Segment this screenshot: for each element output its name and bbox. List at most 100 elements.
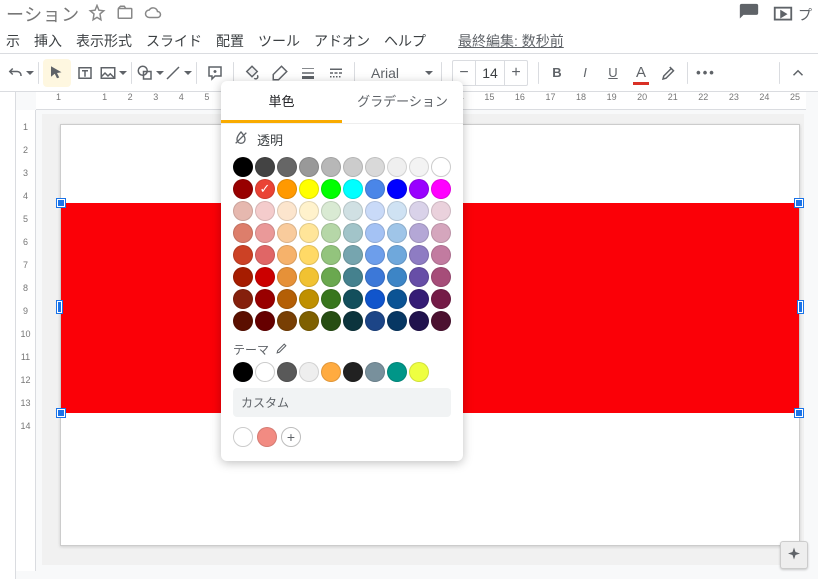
color-swatch[interactable] <box>277 289 297 309</box>
color-swatch[interactable] <box>387 179 407 199</box>
color-swatch[interactable] <box>233 201 253 221</box>
color-swatch[interactable] <box>365 201 385 221</box>
color-swatch[interactable] <box>257 427 277 447</box>
resize-handle-e[interactable] <box>798 301 803 313</box>
color-swatch[interactable] <box>431 289 451 309</box>
color-swatch[interactable] <box>277 267 297 287</box>
color-swatch[interactable] <box>365 362 385 382</box>
color-swatch[interactable] <box>277 311 297 331</box>
color-swatch[interactable] <box>233 311 253 331</box>
color-swatch[interactable] <box>387 362 407 382</box>
undo-dropdown[interactable] <box>6 59 34 87</box>
tab-gradient[interactable]: グラデーション <box>342 81 463 123</box>
text-color-button[interactable]: A <box>627 59 655 87</box>
color-swatch[interactable] <box>299 179 319 199</box>
color-swatch[interactable] <box>277 157 297 177</box>
color-swatch[interactable] <box>387 267 407 287</box>
comments-icon[interactable] <box>738 2 760 27</box>
font-size-value[interactable]: 14 <box>475 61 505 85</box>
color-swatch[interactable] <box>233 179 253 199</box>
color-swatch[interactable] <box>365 311 385 331</box>
color-swatch[interactable] <box>387 157 407 177</box>
color-swatch[interactable] <box>321 179 341 199</box>
color-swatch[interactable] <box>321 201 341 221</box>
explore-button[interactable] <box>780 541 808 569</box>
color-swatch[interactable] <box>387 223 407 243</box>
color-swatch[interactable] <box>277 223 297 243</box>
add-custom-color-button[interactable]: + <box>281 427 301 447</box>
color-swatch[interactable] <box>365 223 385 243</box>
color-swatch[interactable] <box>299 245 319 265</box>
resize-handle-se[interactable] <box>795 409 803 417</box>
font-size-increase[interactable]: + <box>505 61 527 85</box>
color-swatch[interactable] <box>365 157 385 177</box>
color-swatch[interactable] <box>431 245 451 265</box>
color-swatch[interactable] <box>387 311 407 331</box>
color-swatch[interactable] <box>321 223 341 243</box>
color-swatch[interactable] <box>255 289 275 309</box>
color-swatch[interactable] <box>277 201 297 221</box>
color-swatch[interactable] <box>299 223 319 243</box>
color-swatch[interactable] <box>321 362 341 382</box>
color-swatch[interactable] <box>431 267 451 287</box>
pencil-icon[interactable] <box>275 342 288 358</box>
color-swatch[interactable] <box>431 223 451 243</box>
color-swatch[interactable] <box>277 245 297 265</box>
underline-button[interactable]: U <box>599 59 627 87</box>
menu-view-fragment[interactable]: 示 <box>6 31 20 51</box>
color-swatch[interactable] <box>409 289 429 309</box>
color-swatch[interactable] <box>233 157 253 177</box>
color-swatch[interactable] <box>409 223 429 243</box>
highlight-button[interactable] <box>655 59 683 87</box>
color-swatch[interactable] <box>321 157 341 177</box>
color-swatch[interactable] <box>299 267 319 287</box>
color-swatch[interactable] <box>409 311 429 331</box>
color-swatch[interactable] <box>431 179 451 199</box>
menu-format[interactable]: 表示形式 <box>76 31 132 51</box>
menu-tools[interactable]: ツール <box>258 31 300 51</box>
cloud-status-icon[interactable] <box>144 4 162 25</box>
color-swatch[interactable] <box>365 245 385 265</box>
menu-insert[interactable]: 挿入 <box>34 31 62 51</box>
color-swatch[interactable] <box>321 267 341 287</box>
color-swatch[interactable] <box>343 362 363 382</box>
color-swatch[interactable] <box>321 289 341 309</box>
star-icon[interactable] <box>88 4 106 25</box>
more-options-button[interactable]: ••• <box>692 59 720 87</box>
italic-button[interactable]: I <box>571 59 599 87</box>
color-swatch[interactable] <box>255 245 275 265</box>
menu-addons[interactable]: アドオン <box>314 31 370 51</box>
color-swatch[interactable] <box>409 201 429 221</box>
color-swatch[interactable] <box>409 179 429 199</box>
color-swatch[interactable] <box>233 245 253 265</box>
color-swatch[interactable] <box>233 223 253 243</box>
color-swatch[interactable] <box>343 157 363 177</box>
color-swatch[interactable] <box>431 157 451 177</box>
color-swatch[interactable] <box>233 427 253 447</box>
color-swatch[interactable] <box>299 362 319 382</box>
textbox-tool[interactable] <box>71 59 99 87</box>
color-swatch[interactable] <box>299 311 319 331</box>
resize-handle-ne[interactable] <box>795 199 803 207</box>
color-swatch[interactable] <box>409 157 429 177</box>
color-swatch[interactable] <box>321 245 341 265</box>
color-swatch[interactable] <box>431 311 451 331</box>
color-swatch[interactable] <box>277 179 297 199</box>
color-swatch[interactable] <box>233 362 253 382</box>
color-swatch[interactable] <box>343 223 363 243</box>
present-button[interactable]: プ <box>772 4 812 26</box>
color-swatch[interactable] <box>255 223 275 243</box>
color-swatch[interactable] <box>255 267 275 287</box>
color-swatch[interactable] <box>343 267 363 287</box>
line-tool[interactable] <box>164 59 192 87</box>
color-swatch[interactable] <box>387 245 407 265</box>
color-swatch[interactable] <box>409 267 429 287</box>
color-swatch[interactable] <box>233 289 253 309</box>
menu-help[interactable]: ヘルプ <box>384 31 426 51</box>
color-swatch[interactable] <box>299 157 319 177</box>
color-swatch[interactable] <box>343 245 363 265</box>
color-swatch[interactable] <box>277 362 297 382</box>
transparent-option[interactable]: 透明 <box>221 124 463 155</box>
last-edit-link[interactable]: 最終編集: 数秒前 <box>458 31 564 51</box>
color-swatch[interactable] <box>387 289 407 309</box>
